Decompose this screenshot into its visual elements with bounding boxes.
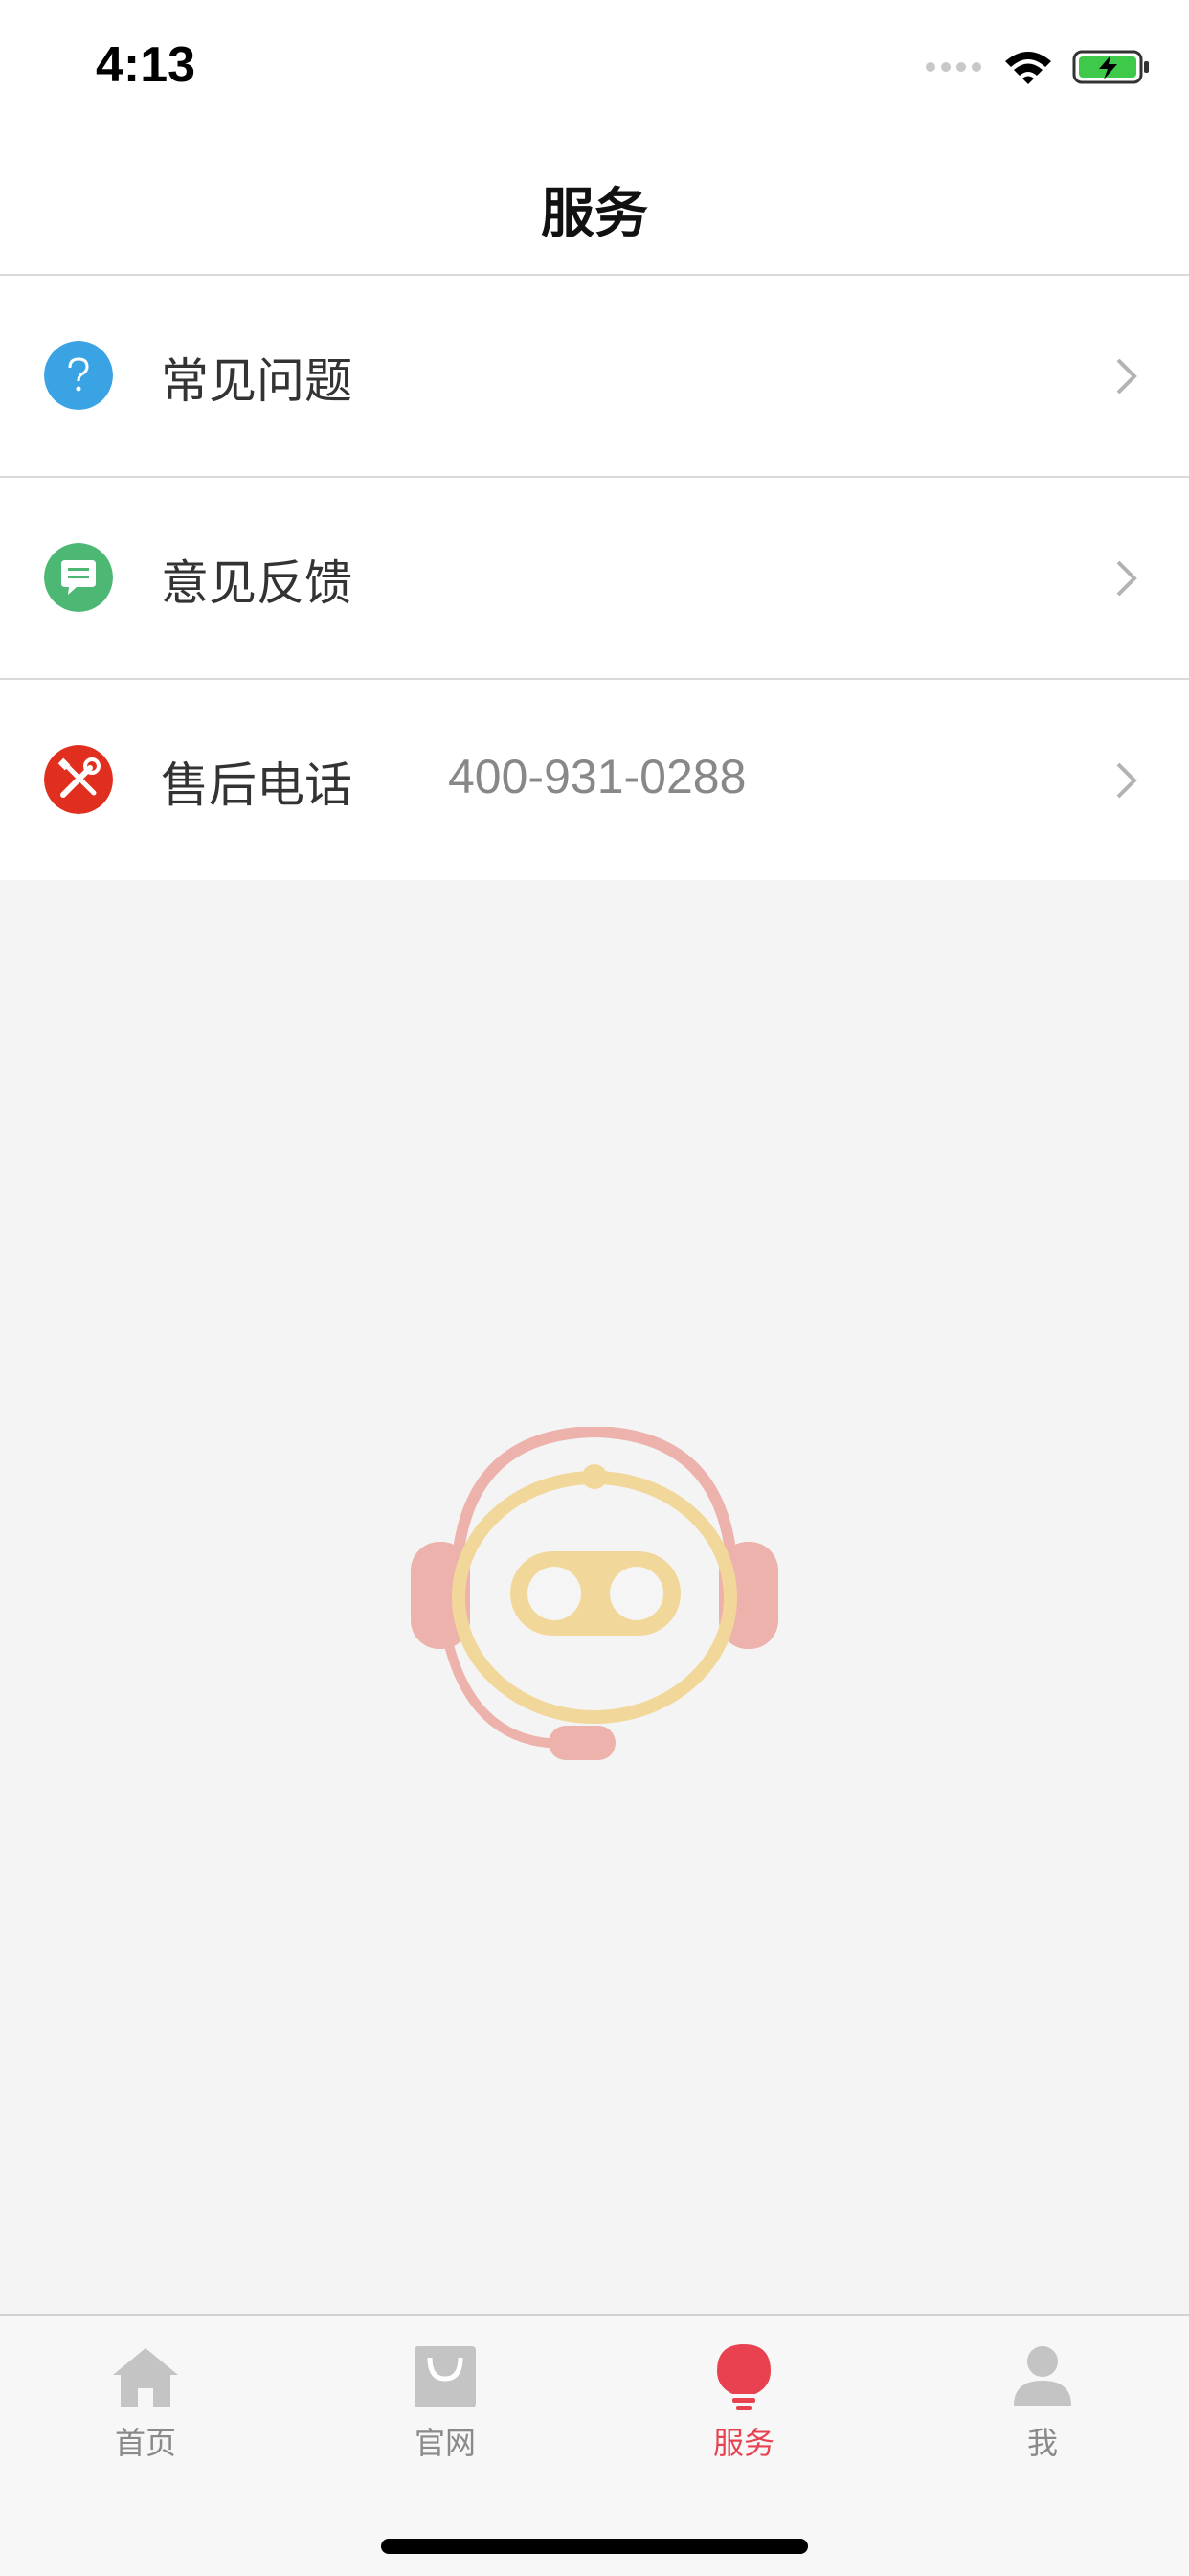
list-item-faq[interactable]: 常见问题 xyxy=(0,276,1189,478)
tab-official-site[interactable]: 官网 xyxy=(349,2342,541,2496)
chevron-right-icon xyxy=(1116,762,1137,799)
status-bar: 4:13 xyxy=(0,0,1189,134)
question-icon xyxy=(44,341,113,410)
tab-label: 官网 xyxy=(414,2425,476,2461)
tab-service[interactable]: 服务 xyxy=(648,2342,840,2496)
signal-dots-icon xyxy=(926,62,981,72)
chevron-right-icon xyxy=(1116,560,1137,597)
home-icon xyxy=(113,2348,178,2407)
wifi-icon xyxy=(1005,52,1051,84)
service-list: 常见问题 意见反馈 售后电话 400-931-0288 xyxy=(0,276,1189,880)
tools-icon xyxy=(44,745,113,814)
hotline-number[interactable]: 400-931-0288 xyxy=(448,749,746,804)
tab-label: 服务 xyxy=(712,2425,774,2461)
tab-bar: 首页 官网 服务 我 xyxy=(0,2314,1189,2576)
list-item-label: 常见问题 xyxy=(161,353,352,409)
list-item-label: 意见反馈 xyxy=(161,555,352,611)
chat-bubble-icon xyxy=(44,543,113,612)
list-item-feedback[interactable]: 意见反馈 xyxy=(0,478,1189,680)
status-icons xyxy=(925,40,1151,94)
chevron-right-icon xyxy=(1116,358,1137,395)
lightbulb-icon xyxy=(717,2344,771,2410)
list-item-hotline[interactable]: 售后电话 400-931-0288 xyxy=(0,680,1189,880)
tab-label: 首页 xyxy=(114,2425,176,2461)
home-indicator[interactable] xyxy=(381,2539,808,2554)
person-icon xyxy=(1014,2346,1071,2406)
tab-label: 我 xyxy=(1026,2425,1058,2461)
page-title: 服务 xyxy=(541,183,648,245)
tab-home[interactable]: 首页 xyxy=(50,2342,241,2496)
shopping-bag-icon xyxy=(415,2346,476,2407)
customer-service-robot-illustration xyxy=(411,1427,778,1760)
nav-bar: 服务 xyxy=(0,134,1189,276)
tab-me[interactable]: 我 xyxy=(947,2342,1138,2496)
battery-charging-icon xyxy=(1072,50,1149,84)
list-item-label: 售后电话 xyxy=(161,757,352,813)
status-time: 4:13 xyxy=(96,37,196,93)
